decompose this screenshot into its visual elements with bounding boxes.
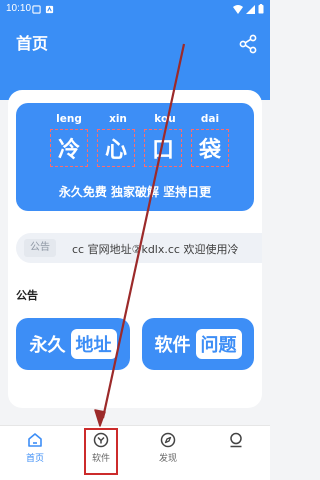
promo-banner[interactable]: leng xin kou dai 冷 心 口 袋 永久免费 独家破解 坚持日更: [16, 103, 254, 211]
problem-button-label: 软件: [154, 335, 191, 356]
status-time: 10:10: [6, 3, 32, 14]
pinyin-leng: leng: [56, 113, 82, 125]
wifi-icon: [233, 4, 243, 14]
status-bar: 10:10: [0, 0, 270, 20]
banner-slogan: 永久免费 独家破解 坚持日更: [58, 185, 212, 199]
tab-home-label: 首页: [25, 454, 44, 464]
problem-button-highlight: 问题: [195, 329, 242, 359]
tab-discover-label: 发现: [158, 454, 177, 464]
software-problem-button[interactable]: 软件 问题: [142, 318, 254, 370]
compass-icon: [160, 432, 176, 448]
section-title: 公告: [16, 289, 38, 302]
char-dai: 袋: [191, 129, 229, 167]
app-header: 首页: [0, 22, 270, 62]
char-leng: 冷: [50, 129, 88, 167]
bottom-tab-bar: 首页 软件 发现: [0, 425, 270, 480]
tab-profile[interactable]: [216, 432, 256, 451]
char-xin: 心: [97, 129, 135, 167]
page-title: 首页: [16, 34, 49, 53]
tab-home[interactable]: 首页: [15, 432, 55, 464]
notice-text: cc 官网地址②kdlx.cc 欢迎使用冷: [72, 243, 239, 256]
home-icon: [28, 433, 42, 447]
share-icon[interactable]: [238, 34, 258, 54]
tab-discover[interactable]: 发现: [148, 432, 188, 464]
pinyin-xin: xin: [109, 113, 127, 125]
address-button-label: 永久: [29, 335, 66, 356]
pinyin-dai: dai: [200, 113, 220, 125]
char-kou: 口: [144, 129, 182, 167]
profile-icon: [230, 432, 242, 448]
permanent-address-button[interactable]: 永久 地址: [16, 318, 130, 370]
notification-icon: [32, 5, 41, 14]
address-button-highlight: 地址: [70, 329, 117, 359]
annotation-highlight-box: [84, 428, 118, 475]
app-notification-icon: [45, 5, 54, 14]
notice-bar[interactable]: 公告 cc 官网地址②kdlx.cc 欢迎使用冷: [16, 233, 262, 263]
signal-icon: [246, 4, 255, 14]
notice-badge: 公告: [24, 239, 56, 257]
battery-icon: [258, 4, 264, 14]
pinyin-kou: kou: [154, 113, 176, 125]
